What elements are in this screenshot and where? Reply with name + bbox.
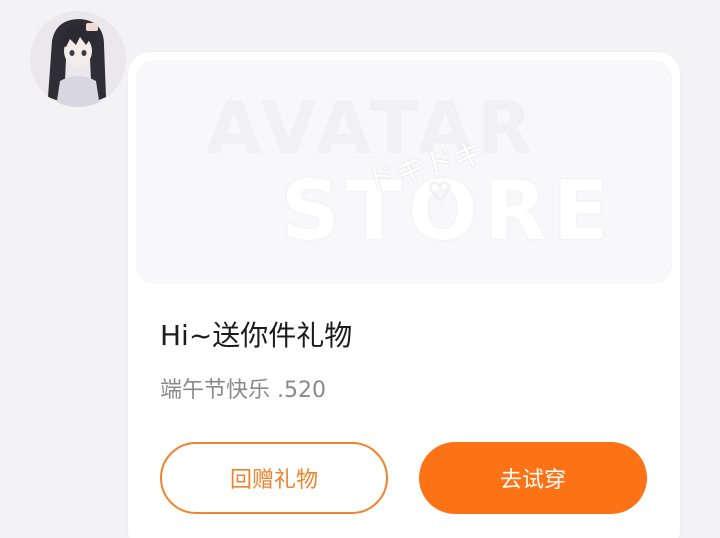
gift-title: Hi~送你件礼物 bbox=[160, 319, 353, 352]
gift-subtitle: 端午节快乐 .520 bbox=[160, 378, 326, 403]
chat-message-area: AVATAR STORE ドキドキ ♡ Hi~送你件礼物 端午节快乐 .520 … bbox=[0, 0, 720, 538]
gift-banner-image: AVATAR STORE ドキドキ ♡ bbox=[136, 60, 672, 284]
try-on-button[interactable]: 去试穿 bbox=[419, 442, 647, 514]
heart-outline-icon: ♡ bbox=[428, 178, 452, 208]
gift-message-card[interactable]: AVATAR STORE ドキドキ ♡ Hi~送你件礼物 端午节快乐 .520 … bbox=[128, 52, 680, 538]
anime-girl-avatar-icon bbox=[30, 11, 126, 107]
return-gift-button[interactable]: 回赠礼物 bbox=[160, 442, 388, 514]
sender-avatar[interactable] bbox=[30, 11, 126, 107]
